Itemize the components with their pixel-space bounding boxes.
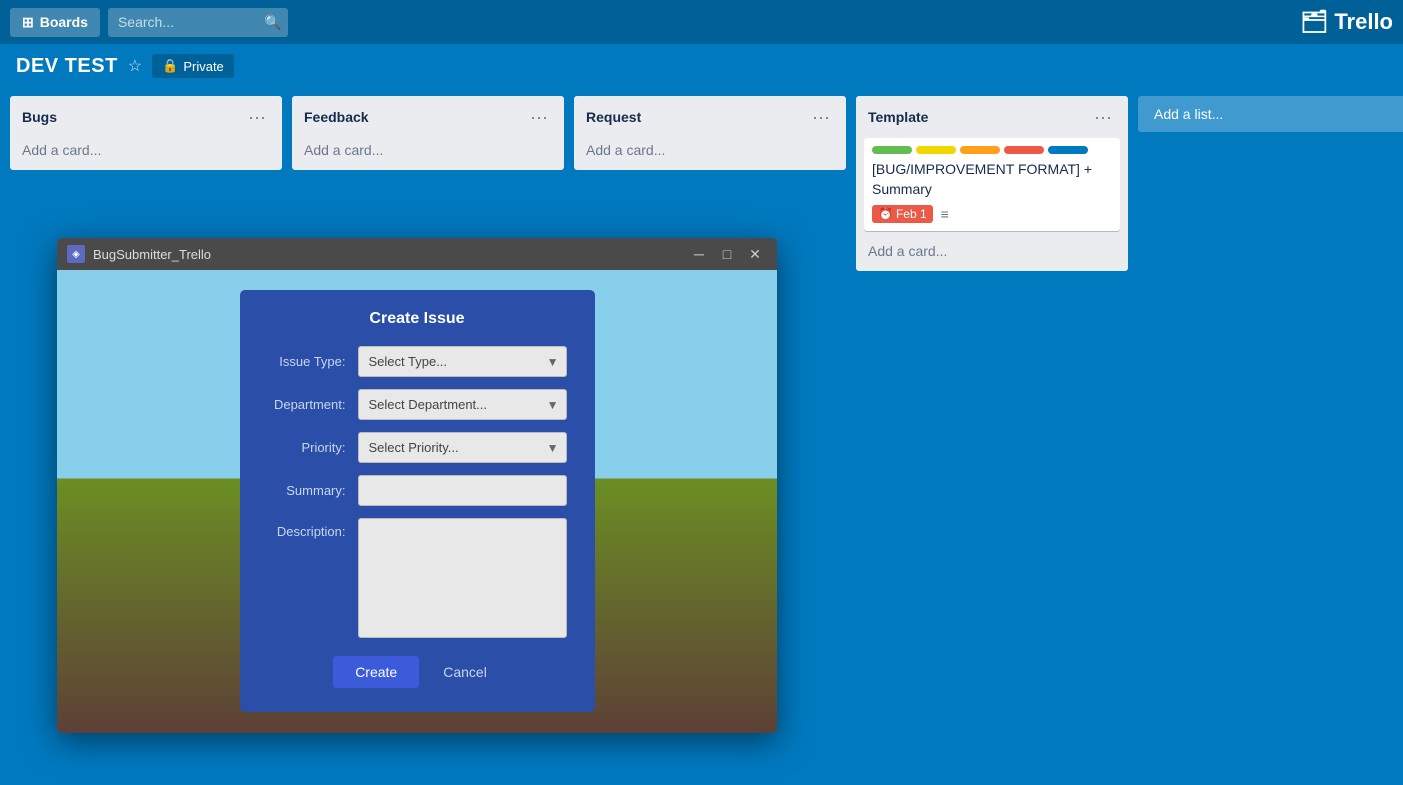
bugs-add-card-btn[interactable]: Add a card... [18, 138, 274, 162]
grid-icon: ⊞ [22, 14, 34, 31]
label-red [1004, 146, 1044, 154]
trello-logo-icon: 🗂 [1300, 9, 1328, 35]
list-template-title: Template [868, 109, 928, 125]
priority-select-wrapper: Select Priority... High Medium Low ▼ [358, 432, 567, 463]
request-add-card-btn[interactable]: Add a card... [582, 138, 838, 162]
minimize-button[interactable]: ─ [687, 242, 711, 266]
maximize-button[interactable]: □ [715, 242, 739, 266]
visibility-badge[interactable]: 🔒 Private [152, 54, 234, 78]
priority-row: Priority: Select Priority... High Medium… [268, 432, 567, 463]
search-bar: 🔍 [108, 8, 288, 37]
search-icon: 🔍 [264, 14, 281, 31]
star-icon[interactable]: ☆ [128, 56, 142, 76]
description-label: Description: [268, 518, 358, 539]
window-title: BugSubmitter_Trello [93, 247, 679, 262]
list-request-header: Request ··· [582, 104, 838, 130]
description-textarea[interactable] [358, 518, 567, 638]
label-yellow [916, 146, 956, 154]
list-template: Template ··· [BUG/IMPROVEMENT FORMAT] + … [856, 96, 1128, 271]
issue-type-select-wrapper: Select Type... Bug Improvement Task ▼ [358, 346, 567, 377]
list-feedback-menu-btn[interactable]: ··· [526, 106, 552, 128]
list-bugs: Bugs ··· Add a card... [10, 96, 282, 170]
dialog-title: Create Issue [268, 310, 567, 328]
window-content: Create Issue Issue Type: Select Type... … [57, 270, 777, 733]
list-request-title: Request [586, 109, 641, 125]
list-bugs-menu-btn[interactable]: ··· [244, 106, 270, 128]
template-card-0[interactable]: [BUG/IMPROVEMENT FORMAT] + Summary ⏰ Feb… [864, 138, 1120, 231]
label-orange [960, 146, 1000, 154]
summary-input[interactable] [358, 475, 567, 506]
list-feedback: Feedback ··· Add a card... [292, 96, 564, 170]
template-add-card-btn[interactable]: Add a card... [864, 239, 1120, 263]
list-request-menu-btn[interactable]: ··· [808, 106, 834, 128]
label-blue [1048, 146, 1088, 154]
top-nav: ⊞ Boards 🔍 🗂 Trello [0, 0, 1403, 44]
boards-label: Boards [40, 14, 88, 30]
due-label: Feb 1 [896, 207, 927, 221]
list-request: Request ··· Add a card... [574, 96, 846, 170]
issue-type-select[interactable]: Select Type... Bug Improvement Task [358, 346, 567, 377]
clock-icon: ⏰ [878, 207, 893, 221]
add-list-btn[interactable]: Add a list... [1138, 96, 1403, 132]
department-label: Department: [268, 397, 358, 412]
board-title: DEV TEST [16, 55, 118, 78]
visibility-label: Private [183, 59, 223, 74]
cancel-button[interactable]: Cancel [429, 656, 501, 688]
list-bugs-title: Bugs [22, 109, 57, 125]
card-meta: ⏰ Feb 1 ≡ [872, 205, 1112, 223]
card-due-date: ⏰ Feb 1 [872, 205, 933, 223]
search-input[interactable] [118, 14, 258, 30]
dialog-actions: Create Cancel [268, 656, 567, 688]
department-row: Department: Select Department... Enginee… [268, 389, 567, 420]
list-feedback-title: Feedback [304, 109, 369, 125]
feedback-add-card-btn[interactable]: Add a card... [300, 138, 556, 162]
create-button[interactable]: Create [333, 656, 419, 688]
close-button[interactable]: ✕ [743, 242, 767, 266]
list-template-menu-btn[interactable]: ··· [1090, 106, 1116, 128]
department-select[interactable]: Select Department... Engineering Design … [358, 389, 567, 420]
issue-type-label: Issue Type: [268, 354, 358, 369]
boards-button[interactable]: ⊞ Boards [10, 8, 100, 37]
label-green [872, 146, 912, 154]
card-title: [BUG/IMPROVEMENT FORMAT] + Summary [872, 160, 1112, 199]
window-controls: ─ □ ✕ [687, 242, 767, 266]
issue-type-row: Issue Type: Select Type... Bug Improveme… [268, 346, 567, 377]
priority-select[interactable]: Select Priority... High Medium Low [358, 432, 567, 463]
department-select-wrapper: Select Department... Engineering Design … [358, 389, 567, 420]
list-bugs-header: Bugs ··· [18, 104, 274, 130]
create-issue-dialog: Create Issue Issue Type: Select Type... … [240, 290, 595, 712]
trello-logo: 🗂 Trello [1300, 9, 1393, 35]
description-icon: ≡ [941, 206, 949, 222]
summary-label: Summary: [268, 483, 358, 498]
list-template-header: Template ··· [864, 104, 1120, 130]
summary-row: Summary: [268, 475, 567, 506]
description-row: Description: [268, 518, 567, 638]
priority-label: Priority: [268, 440, 358, 455]
window-app-icon: ◈ [67, 245, 85, 263]
window-titlebar: ◈ BugSubmitter_Trello ─ □ ✕ [57, 238, 777, 270]
board-header: DEV TEST ☆ 🔒 Private [0, 44, 1403, 88]
lock-icon: 🔒 [162, 58, 178, 74]
card-labels [872, 146, 1112, 154]
list-feedback-header: Feedback ··· [300, 104, 556, 130]
trello-logo-text: Trello [1334, 9, 1393, 35]
bug-submitter-window: ◈ BugSubmitter_Trello ─ □ ✕ Create Issue… [57, 238, 777, 733]
